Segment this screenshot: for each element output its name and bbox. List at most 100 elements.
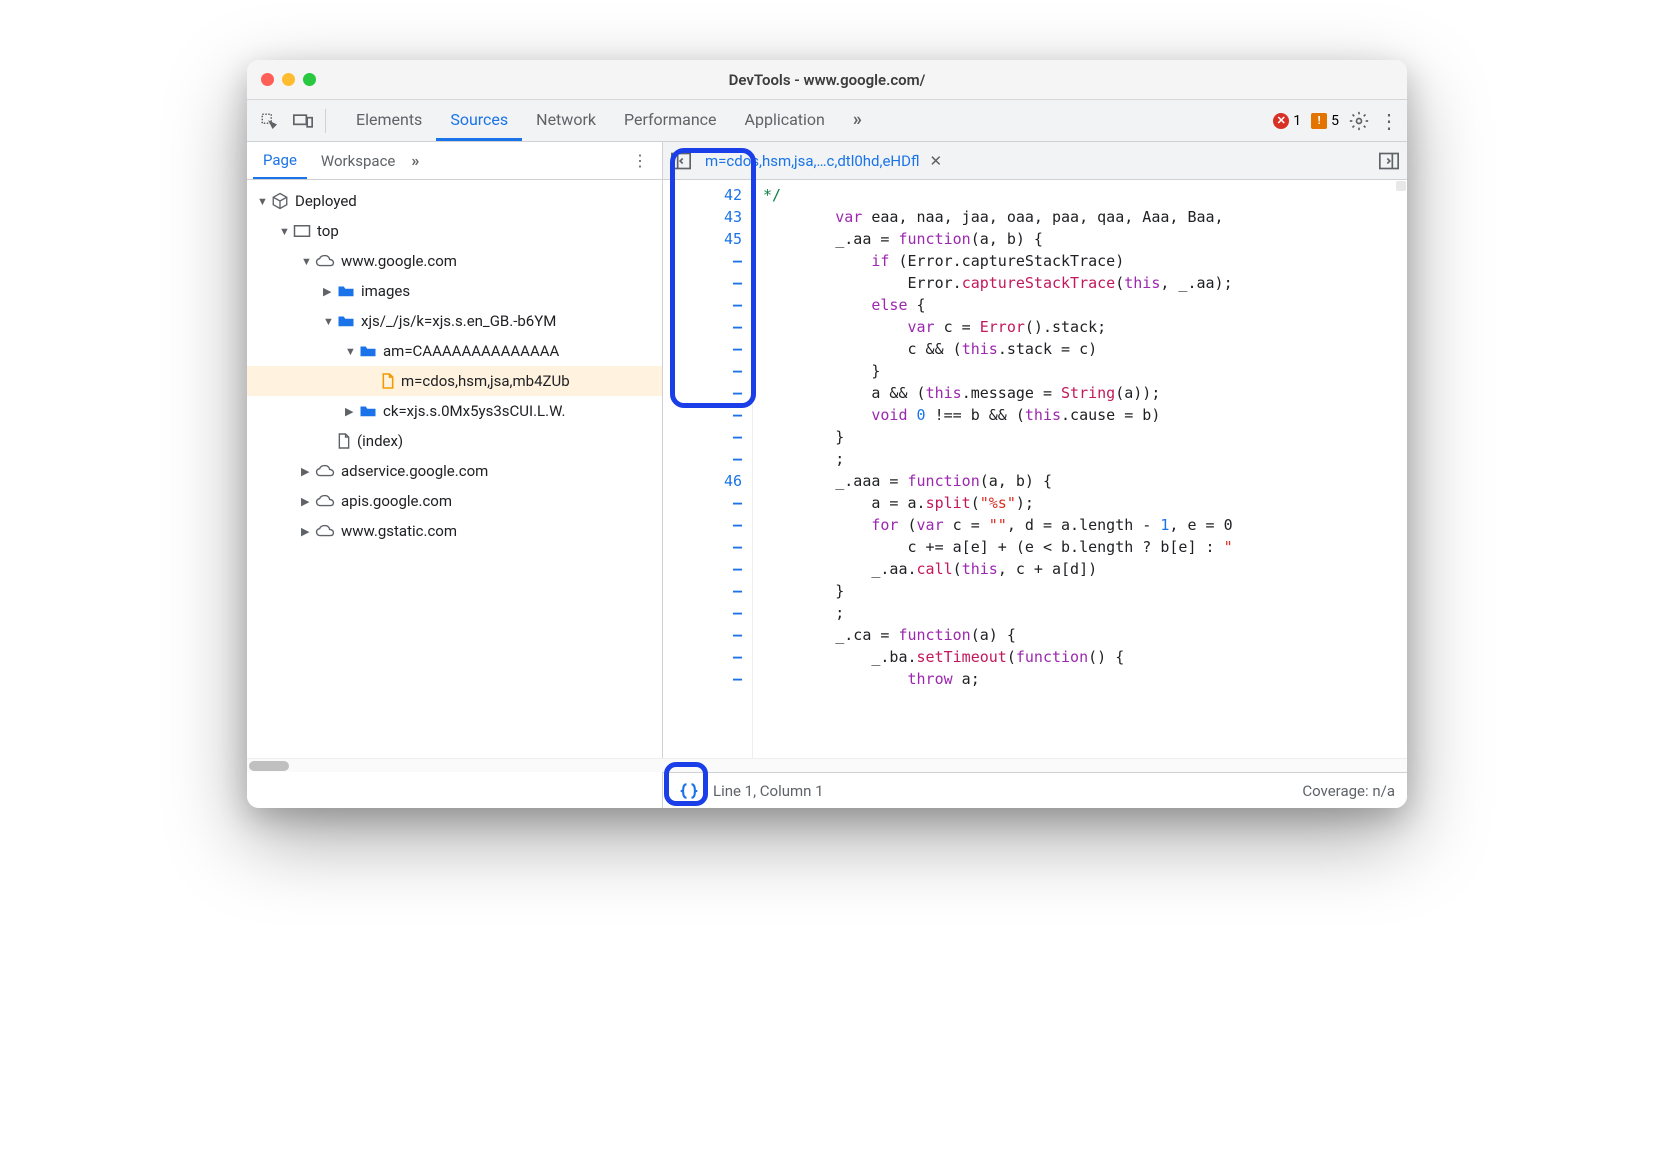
tree-item[interactable]: ▼ am=CAAAAAAAAAAAAAA [247, 336, 662, 366]
gutter-line[interactable]: 43 [663, 206, 742, 228]
divider [325, 109, 326, 133]
gutter-line[interactable]: – [663, 426, 742, 448]
gutter-line[interactable]: – [663, 492, 742, 514]
tree-item[interactable]: ▼ www.google.com [247, 246, 662, 276]
code-area[interactable]: */ var eaa, naa, jaa, oaa, paa, qaa, Aaa… [753, 180, 1407, 772]
gutter-line[interactable]: – [663, 668, 742, 690]
warning-count-value: 5 [1331, 113, 1339, 129]
navigator-options-icon[interactable]: ⋮ [624, 151, 656, 170]
device-toolbar-icon[interactable] [289, 107, 317, 135]
tree-item[interactable]: ▼xjs/_/js/k=xjs.s.en_GB.-b6YM [247, 306, 662, 336]
gutter-line[interactable]: 45 [663, 228, 742, 250]
disclosure-triangle-icon[interactable]: ▼ [257, 195, 269, 208]
cloud-icon [315, 494, 335, 508]
horizontal-scrollbar[interactable] [663, 758, 1407, 772]
gutter-line[interactable]: – [663, 294, 742, 316]
editor-statusbar: Line 1, Column 1 Coverage: n/a [663, 772, 1407, 808]
tree-item[interactable]: ▶ ck=xjs.s.0Mx5ys3sCUI.L.W. [247, 396, 662, 426]
error-count[interactable]: ✕ 1 [1273, 113, 1301, 129]
file-tree[interactable]: ▼Deployed▼top▼www.google.com▶images▼xjs/… [247, 180, 662, 808]
tab-elements[interactable]: Elements [342, 100, 436, 141]
disclosure-triangle-icon[interactable]: ▼ [279, 225, 291, 238]
line-gutter[interactable]: 424345––––––––––46––––––––– [663, 180, 753, 772]
code-line: var c = Error().stack; [763, 316, 1397, 338]
gutter-line[interactable]: 42 [663, 184, 742, 206]
tree-item-label: ck=xjs.s.0Mx5ys3sCUI.L.W. [383, 402, 565, 420]
navigator-tab-page[interactable]: Page [253, 142, 307, 179]
gutter-line[interactable]: – [663, 382, 742, 404]
cloud-icon [315, 464, 335, 478]
main-toolbar: Elements Sources Network Performance App… [247, 100, 1407, 142]
gutter-line[interactable]: – [663, 360, 742, 382]
doc-icon [337, 432, 351, 450]
tree-item-label: images [361, 282, 410, 300]
tree-item[interactable]: ▶adservice.google.com [247, 456, 662, 486]
editor-tab-open-file[interactable]: m=cdos,hsm,jsa,…c,dtl0hd,eHDfl ✕ [699, 152, 948, 170]
gutter-line[interactable]: – [663, 250, 742, 272]
navigator-panel: Page Workspace » ⋮ ▼Deployed▼top▼www.goo… [247, 142, 663, 808]
disclosure-triangle-icon[interactable]: ▶ [323, 285, 335, 298]
gutter-line[interactable]: – [663, 580, 742, 602]
tree-item[interactable]: ▶apis.google.com [247, 486, 662, 516]
inspect-element-icon[interactable] [255, 107, 283, 135]
gutter-line[interactable]: – [663, 646, 742, 668]
code-line: _.aa = function(a, b) { [763, 228, 1397, 250]
gutter-line[interactable]: – [663, 316, 742, 338]
tab-performance[interactable]: Performance [610, 100, 731, 141]
disclosure-triangle-icon[interactable]: ▼ [345, 345, 357, 358]
gutter-line[interactable]: – [663, 448, 742, 470]
gutter-line[interactable]: 46 [663, 470, 742, 492]
warning-icon: ! [1311, 113, 1327, 129]
disclosure-triangle-icon[interactable]: ▼ [301, 255, 313, 268]
tab-application[interactable]: Application [731, 100, 839, 141]
gutter-line[interactable]: – [663, 404, 742, 426]
disclosure-triangle-icon[interactable]: ▼ [323, 315, 335, 328]
tree-item[interactable]: ▼top [247, 216, 662, 246]
titlebar: DevTools - www.google.com/ [247, 60, 1407, 100]
tree-item[interactable]: ▶ images [247, 276, 662, 306]
disclosure-triangle-icon[interactable]: ▶ [301, 495, 313, 508]
gutter-line[interactable]: – [663, 272, 742, 294]
code-line: else { [763, 294, 1397, 316]
error-count-value: 1 [1293, 113, 1301, 129]
code-line: c && (this.stack = c) [763, 338, 1397, 360]
gutter-line[interactable]: – [663, 514, 742, 536]
tab-network[interactable]: Network [522, 100, 610, 141]
tree-item-label: am=CAAAAAAAAAAAAAA [383, 342, 559, 360]
toggle-debugger-icon[interactable] [1379, 152, 1399, 170]
cloud-icon [315, 524, 335, 538]
window-title: DevTools - www.google.com/ [247, 71, 1407, 89]
tree-item[interactable]: ▼Deployed [247, 186, 662, 216]
tree-item[interactable]: m=cdos,hsm,jsa,mb4ZUb [247, 366, 662, 396]
gutter-line[interactable]: – [663, 558, 742, 580]
editor-body[interactable]: 424345––––––––––46––––––––– */ var eaa, … [663, 180, 1407, 772]
toolbar-right: ✕ 1 ! 5 ⋮ [1273, 111, 1399, 131]
code-line: _.aa.call(this, c + a[d]) [763, 558, 1397, 580]
settings-icon[interactable] [1349, 111, 1369, 131]
tree-item[interactable]: ▶www.gstatic.com [247, 516, 662, 546]
navigator-more-tabs-icon[interactable]: » [411, 151, 419, 170]
code-line: } [763, 360, 1397, 382]
disclosure-triangle-icon[interactable]: ▶ [301, 465, 313, 478]
more-options-icon[interactable]: ⋮ [1379, 111, 1399, 131]
tree-item-label: www.google.com [341, 252, 457, 270]
error-icon: ✕ [1273, 113, 1289, 129]
coverage-status: Coverage: n/a [1302, 782, 1395, 800]
disclosure-triangle-icon[interactable]: ▶ [345, 405, 357, 418]
gutter-line[interactable]: – [663, 536, 742, 558]
code-line: ; [763, 448, 1397, 470]
gutter-line[interactable]: – [663, 602, 742, 624]
warning-count[interactable]: ! 5 [1311, 113, 1339, 129]
gutter-line[interactable]: – [663, 338, 742, 360]
pretty-print-button[interactable] [675, 777, 703, 805]
more-tabs-icon[interactable]: » [839, 100, 876, 141]
file-icon [381, 372, 395, 390]
navigator-tab-workspace[interactable]: Workspace [311, 142, 405, 179]
disclosure-triangle-icon[interactable]: ▶ [301, 525, 313, 538]
toggle-navigator-icon[interactable] [671, 152, 691, 170]
tree-item[interactable]: (index) [247, 426, 662, 456]
gutter-line[interactable]: – [663, 624, 742, 646]
code-line: for (var c = "", d = a.length - 1, e = 0 [763, 514, 1397, 536]
close-tab-icon[interactable]: ✕ [929, 152, 942, 170]
tab-sources[interactable]: Sources [436, 100, 522, 141]
